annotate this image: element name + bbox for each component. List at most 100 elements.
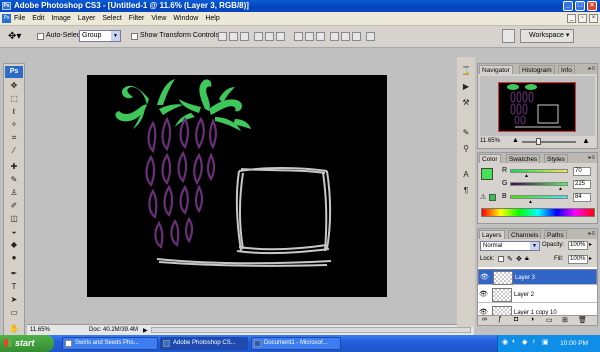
type-tool-icon[interactable]: T [7, 281, 21, 293]
tab-info[interactable]: Info [558, 65, 575, 74]
doc-restore-button[interactable]: ▫ [578, 14, 587, 23]
doc-minimize-button[interactable]: _ [567, 14, 576, 23]
r-thumb-icon[interactable]: ▲ [524, 173, 529, 179]
magic-wand-tool-icon[interactable]: ✧ [7, 119, 21, 131]
actions-icon[interactable]: ▶ [460, 81, 472, 93]
clone-source-icon[interactable]: ⚲ [460, 143, 472, 155]
brushes-icon[interactable]: ✎ [460, 127, 472, 139]
menu-select[interactable]: Select [99, 12, 125, 26]
auto-align-icon[interactable] [366, 32, 375, 41]
r-slider[interactable] [510, 169, 568, 173]
minimize-button[interactable]: _ [563, 1, 573, 11]
menu-image[interactable]: Image [48, 12, 74, 26]
ps-menu-icon[interactable]: Ps [2, 14, 11, 23]
b-slider[interactable] [510, 195, 568, 199]
start-button[interactable]: start [0, 335, 54, 352]
opacity-arrow-icon[interactable]: ▸ [589, 241, 592, 248]
layer-row[interactable]: 👁︎ Layer 3 [478, 269, 597, 285]
zoom-in-icon[interactable]: ▲ [582, 136, 590, 145]
workspace-button[interactable]: Workspace ▾ [520, 29, 574, 43]
crop-tool-icon[interactable]: ⌗ [7, 132, 21, 144]
foreground-color-swatch[interactable] [481, 168, 493, 180]
tab-channels[interactable]: Channels [508, 230, 542, 239]
distribute-top-icon[interactable] [294, 32, 303, 41]
lock-all-icon[interactable]: 🔒︎ [525, 255, 529, 263]
navigator-zoom-slider[interactable] [522, 141, 576, 143]
menu-help[interactable]: Help [202, 12, 223, 26]
taskbar-item[interactable]: Document1 - Microsof... [251, 337, 341, 350]
tab-paths[interactable]: Paths [544, 230, 567, 239]
ps-logo[interactable]: Ps [5, 66, 23, 78]
distribute-hcenter-icon[interactable] [341, 32, 350, 41]
lock-image-icon[interactable]: ✎ [507, 255, 513, 263]
distribute-left-icon[interactable] [330, 32, 339, 41]
tool-presets-icon[interactable]: ⚒ [460, 97, 472, 109]
color-ramp[interactable] [481, 208, 595, 217]
status-zoom[interactable]: 11.65% [30, 325, 50, 335]
tray-icon[interactable]: ◆ [522, 338, 527, 346]
hand-tool-icon[interactable]: ✋ [7, 323, 21, 335]
paint-bucket-tool-icon[interactable]: ◒ [7, 226, 21, 238]
close-button[interactable]: × [587, 1, 597, 11]
new-group-icon[interactable]: ▭ [546, 316, 553, 324]
shape-tool-icon[interactable]: ▭ [7, 307, 21, 319]
pen-tool-icon[interactable]: ✒ [7, 268, 21, 280]
healing-brush-tool-icon[interactable]: ✚ [7, 161, 21, 173]
navigator-view-box[interactable] [498, 82, 576, 132]
taskbar-item[interactable]: Swirls and Seeds Pho... [62, 337, 158, 350]
horizontal-scrollbar[interactable] [151, 327, 471, 333]
tab-swatches[interactable]: Swatches [506, 154, 541, 163]
history-brush-tool-icon[interactable]: ✐ [7, 200, 21, 212]
tab-navigator[interactable]: Navigator [479, 65, 513, 74]
lock-transparency-icon[interactable] [498, 256, 504, 262]
move-tool-icon[interactable]: ✥ [7, 80, 21, 92]
brush-tool-icon[interactable]: ✎ [7, 174, 21, 186]
tab-color[interactable]: Color [479, 154, 501, 163]
distribute-bottom-icon[interactable] [316, 32, 325, 41]
distribute-vcenter-icon[interactable] [305, 32, 314, 41]
layer-row[interactable]: 👁︎ Layer 2 [478, 287, 597, 303]
path-selection-tool-icon[interactable]: ➤ [7, 294, 21, 306]
show-transform-checkbox[interactable] [131, 33, 138, 40]
g-value-field[interactable]: 225 [573, 180, 591, 189]
panel-menu-icon[interactable]: ▸≡ [588, 65, 595, 72]
tab-layers[interactable]: Layers [479, 230, 505, 239]
r-value-field[interactable]: 70 [573, 167, 591, 176]
tab-styles[interactable]: Styles [544, 154, 568, 163]
gamut-color-swatch[interactable] [489, 194, 496, 201]
eyedropper-tool-icon[interactable]: ⁄ [7, 145, 21, 157]
blend-mode-dropdown[interactable]: Normal ▼ [480, 241, 540, 251]
adjustment-layer-icon[interactable]: ◑ [530, 316, 534, 323]
clone-stamp-tool-icon[interactable]: ♙ [7, 187, 21, 199]
align-right-icon[interactable] [276, 32, 285, 41]
doc-close-button[interactable]: × [589, 14, 598, 23]
eye-icon[interactable]: 👁︎ [479, 287, 488, 303]
paragraph-icon[interactable]: ¶ [460, 185, 472, 197]
canvas[interactable] [87, 75, 387, 297]
taskbar-item[interactable]: Adobe Photoshop CS... [160, 337, 248, 350]
eraser-tool-icon[interactable]: ◫ [7, 213, 21, 225]
menu-layer[interactable]: Layer [74, 12, 99, 26]
link-layers-icon[interactable]: ∞ [482, 316, 487, 323]
menu-edit[interactable]: Edit [29, 12, 48, 26]
align-top-icon[interactable] [218, 32, 227, 41]
clock[interactable]: 10:00 PM [560, 335, 588, 352]
panel-menu-icon[interactable]: ▸≡ [588, 154, 595, 161]
delete-layer-icon[interactable]: 🗑︎ [578, 316, 587, 324]
align-vcenter-icon[interactable] [229, 32, 238, 41]
opacity-field[interactable]: 100% [568, 241, 588, 250]
history-icon[interactable]: ⌛ [460, 65, 472, 77]
g-thumb-icon[interactable]: ▲ [558, 186, 563, 192]
menu-view[interactable]: View [148, 12, 170, 26]
tab-histogram[interactable]: Histogram [519, 65, 555, 74]
panel-menu-icon[interactable]: ▸≡ [588, 230, 595, 237]
lasso-tool-icon[interactable]: ℓ [7, 106, 21, 118]
fill-arrow-icon[interactable]: ▸ [589, 255, 592, 262]
navigator-preview[interactable] [480, 76, 595, 136]
tray-icon[interactable]: ◐ [512, 338, 516, 345]
lock-position-icon[interactable]: ✥ [516, 255, 522, 263]
tray-icon[interactable]: ◉ [502, 338, 508, 346]
navigator-zoom-thumb[interactable] [536, 138, 541, 145]
zoom-out-icon[interactable]: ▲ [512, 137, 519, 144]
align-hcenter-icon[interactable] [265, 32, 274, 41]
